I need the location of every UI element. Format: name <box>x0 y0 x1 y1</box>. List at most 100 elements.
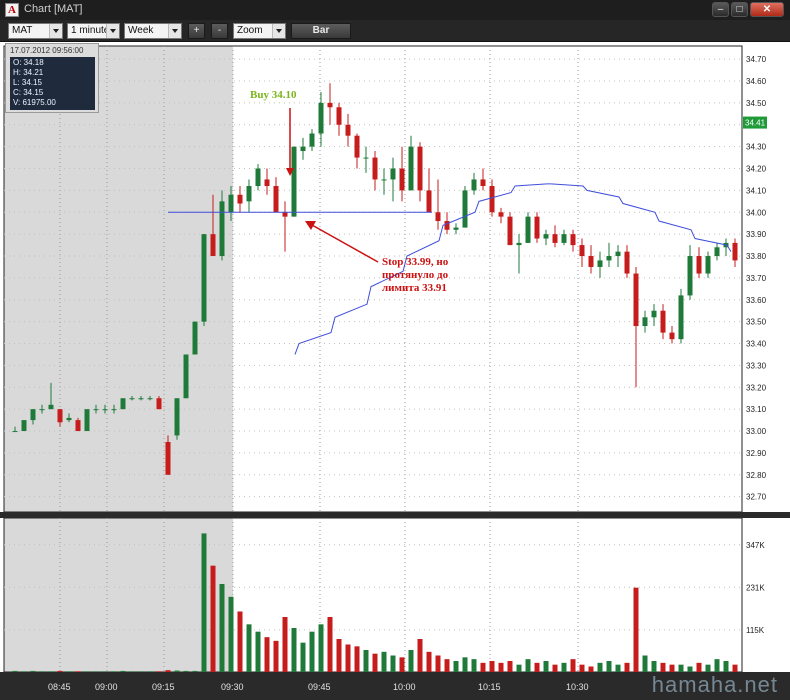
buy-annotation-label: Buy 34.10 <box>250 89 297 101</box>
ohlc-info-panel: 17.07.2012 09:56:00 O: 34.18 H: 34.21 L:… <box>5 43 99 113</box>
candle-body <box>381 179 387 181</box>
volume-tick-label: 115K <box>746 626 765 635</box>
volume-bar <box>12 670 18 672</box>
candle-body <box>282 212 288 217</box>
candle-body <box>570 234 576 246</box>
volume-bar <box>264 637 270 672</box>
volume-bar <box>444 659 450 672</box>
price-tick-label: 33.90 <box>746 230 767 239</box>
volume-bar <box>498 662 504 672</box>
volume-bar <box>273 640 279 672</box>
volume-bar <box>183 670 189 672</box>
time-tick-label: 10:15 <box>478 682 501 692</box>
volume-bar <box>120 670 126 672</box>
candle-body <box>417 146 423 191</box>
candle-body <box>111 409 117 411</box>
price-tick-label: 33.00 <box>746 427 767 436</box>
price-tick-label: 33.20 <box>746 383 767 392</box>
volume-bar <box>579 664 585 672</box>
candle-body <box>714 247 720 257</box>
volume-bar <box>651 661 657 672</box>
candle-body <box>291 146 297 217</box>
volume-bar <box>57 670 63 672</box>
price-tick-label: 34.30 <box>746 143 767 152</box>
volume-bar <box>345 644 351 672</box>
price-tick-label: 33.80 <box>746 252 767 261</box>
volume-bar <box>255 631 261 672</box>
candle-body <box>606 256 612 261</box>
price-volume-chart[interactable]: 08:45 09:00 09:15 09:30 09:45 10:00 10:15 10:30… <box>0 0 790 700</box>
candle-body <box>21 420 27 432</box>
candle-body <box>498 212 504 217</box>
volume-bar <box>525 659 531 672</box>
time-tick-label: 09:30 <box>221 682 244 692</box>
volume-bar <box>588 666 594 672</box>
candle-body <box>561 234 567 243</box>
moving-average-line <box>294 183 732 355</box>
volume-bar <box>489 661 495 672</box>
volume-bar <box>318 624 324 672</box>
volume-bar <box>291 628 297 672</box>
price-tick-label: 32.90 <box>746 449 767 458</box>
watermark-text: hamaha.net <box>651 672 778 697</box>
volume-bar <box>309 631 315 672</box>
volume-bar <box>102 671 108 672</box>
candle-body <box>30 409 36 421</box>
candle-body <box>336 107 342 125</box>
volume-bar <box>471 659 477 672</box>
volume-bar <box>336 639 342 672</box>
candle-body <box>660 310 666 333</box>
candle-body <box>237 194 243 204</box>
volume-bar <box>219 584 225 672</box>
candle-body <box>183 354 189 399</box>
volume-bar <box>237 611 243 672</box>
candle-body <box>615 251 621 257</box>
candle-body <box>48 404 54 410</box>
candle-body <box>453 227 459 230</box>
volume-bar <box>381 651 387 672</box>
volume-bar <box>228 596 234 672</box>
volume-bar <box>615 664 621 672</box>
volume-bar <box>210 565 216 672</box>
candle-body <box>678 295 684 340</box>
candle-body <box>588 256 594 267</box>
time-tick-label: 10:30 <box>566 682 589 692</box>
candle-body <box>309 133 315 147</box>
candle-body <box>651 310 657 318</box>
candle-body <box>354 135 360 158</box>
candle-body <box>705 256 711 274</box>
candle-body <box>75 420 81 432</box>
volume-bar <box>696 662 702 672</box>
volume-bar <box>723 661 729 672</box>
candle-body <box>120 398 126 410</box>
price-tick-label: 32.80 <box>746 471 767 480</box>
volume-bar <box>642 655 648 672</box>
candle-body <box>399 168 405 191</box>
volume-bar <box>282 617 288 672</box>
candle-body <box>696 256 702 274</box>
volume-bar <box>606 661 612 672</box>
volume-bar <box>543 661 549 672</box>
candle-body <box>480 179 486 187</box>
volume-bar <box>597 662 603 672</box>
volume-bar <box>660 662 666 672</box>
premarket-shade-volume <box>4 518 233 672</box>
candle-body <box>327 102 333 108</box>
price-tick-label: 34.10 <box>746 186 767 195</box>
price-tick-label: 34.60 <box>746 77 767 86</box>
candle-body <box>93 409 99 411</box>
candle-body <box>219 201 225 257</box>
candle-body <box>345 124 351 136</box>
volume-bar <box>39 671 45 672</box>
volume-bar <box>417 639 423 672</box>
candle-body <box>633 273 639 327</box>
panel-splitter <box>0 512 790 518</box>
candle-body <box>66 417 72 421</box>
candle-body <box>489 186 495 213</box>
candle-body <box>462 190 468 228</box>
candle-body <box>39 409 45 411</box>
candle-body <box>426 190 432 213</box>
stop-annotation-text: Stop 33.99, но <box>382 256 449 268</box>
candle-body <box>129 398 135 400</box>
candle-body <box>408 146 414 191</box>
